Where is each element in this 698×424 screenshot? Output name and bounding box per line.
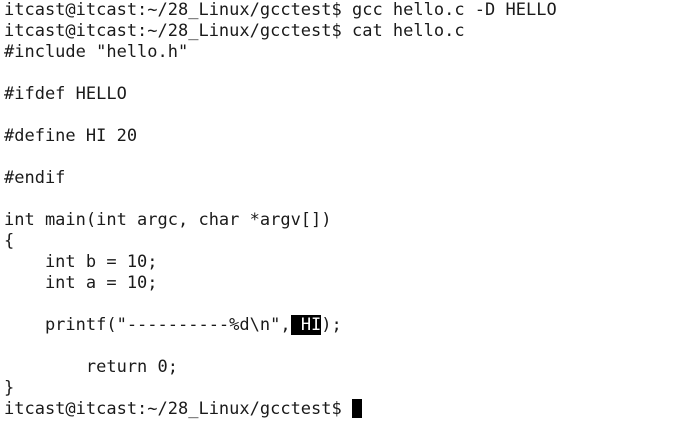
terminal-line: #include "hello.h" xyxy=(4,42,698,63)
terminal-line: int b = 10; xyxy=(4,252,698,273)
terminal-line: printf("----------%d\n", HI); xyxy=(4,315,698,336)
terminal-cursor[interactable] xyxy=(352,399,362,418)
terminal-window[interactable]: itcast@itcast:~/28_Linux/gcctest$ gcc he… xyxy=(0,0,698,424)
terminal-line: } xyxy=(4,378,698,399)
terminal-line: #define HI 20 xyxy=(4,126,698,147)
code-line-return: return 0; xyxy=(4,357,178,377)
terminal-line: #ifdef HELLO xyxy=(4,84,698,105)
code-line-include: #include "hello.h" xyxy=(4,42,189,62)
code-line-int-b: int b = 10; xyxy=(4,252,158,272)
terminal-line: int main(int argc, char *argv[]) xyxy=(4,210,698,231)
code-line-printf-tail: ); xyxy=(321,315,342,335)
terminal-line: int a = 10; xyxy=(4,273,698,294)
code-line-int-a: int a = 10; xyxy=(4,273,158,293)
command-line-cat: itcast@itcast:~/28_Linux/gcctest$ cat he… xyxy=(4,21,465,41)
code-line-printf: printf("----------%d\n", xyxy=(4,315,291,335)
terminal-line: itcast@itcast:~/28_Linux/gcctest$ gcc he… xyxy=(4,0,698,21)
code-line-open-brace: { xyxy=(4,231,15,251)
terminal-line: itcast@itcast:~/28_Linux/gcctest$ xyxy=(4,399,698,420)
terminal-line: itcast@itcast:~/28_Linux/gcctest$ cat he… xyxy=(4,21,698,42)
code-line-define: #define HI 20 xyxy=(4,126,138,146)
terminal-line: return 0; xyxy=(4,357,698,378)
command-line-gcc: itcast@itcast:~/28_Linux/gcctest$ gcc he… xyxy=(4,0,557,20)
code-line-endif: #endif xyxy=(4,168,66,188)
code-line-main: int main(int argc, char *argv[]) xyxy=(4,210,332,230)
shell-prompt: itcast@itcast:~/28_Linux/gcctest$ xyxy=(4,399,352,419)
terminal-line: #endif xyxy=(4,168,698,189)
code-line-close-brace: } xyxy=(4,378,15,398)
code-line-ifdef: #ifdef HELLO xyxy=(4,84,127,104)
terminal-line: { xyxy=(4,231,698,252)
selected-text-highlight[interactable]: HI xyxy=(290,315,322,335)
